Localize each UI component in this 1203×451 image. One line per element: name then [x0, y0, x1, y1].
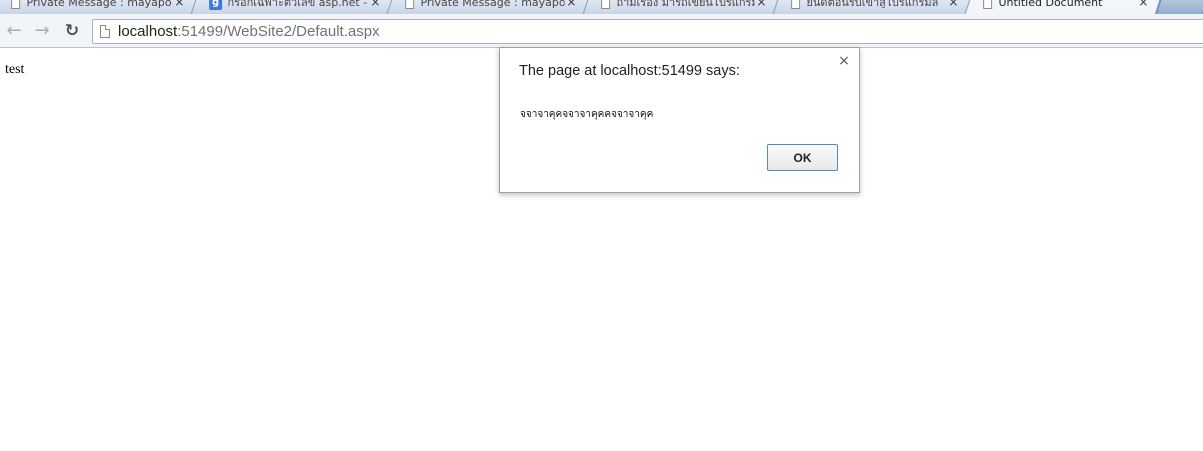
- page-icon: [791, 0, 801, 9]
- close-icon[interactable]: ×: [172, 0, 186, 9]
- page-icon: [983, 0, 993, 9]
- browser-toolbar: ← → ↻ localhost:51499/WebSite2/Default.a…: [0, 14, 1203, 48]
- close-icon[interactable]: ×: [754, 0, 768, 9]
- back-arrow-icon[interactable]: ←: [4, 21, 24, 41]
- tab-title: Private Message : mayapo: [420, 0, 565, 8]
- tab-3[interactable]: Private Message : mayapo ×: [387, 0, 589, 14]
- tab-title: Private Message : mayapo: [26, 0, 172, 8]
- tab-4[interactable]: ถามเรื่อง มารถเขียนโปรแกรม ×: [583, 0, 779, 14]
- tab-title: Untitled Document: [998, 0, 1103, 8]
- page-icon: [405, 0, 415, 9]
- tab-title: กรอกเฉพาะตัวเลข asp.net -: [227, 0, 368, 8]
- url-text: localhost:51499/WebSite2/Default.aspx: [118, 24, 380, 40]
- tab-title: ยินดีต้อนรับเข้าสู่โปรแกรมล: [806, 0, 939, 8]
- page-icon: [601, 0, 611, 9]
- ok-button[interactable]: OK: [767, 144, 838, 171]
- tab-title: ถามเรื่อง มารถเขียนโปรแกรม: [616, 0, 755, 8]
- dialog-title: The page at localhost:51499 says:: [519, 63, 740, 79]
- url-host: localhost: [118, 23, 178, 40]
- dialog-message: จจาจาคุคจจาจาคุคคจจาจาคุค: [520, 109, 654, 120]
- tab-strip: Private Message : mayapo × g กรอกเฉพาะตั…: [0, 0, 1203, 14]
- close-icon[interactable]: ×: [836, 53, 852, 69]
- tab-5[interactable]: ยินดีต้อนรับเข้าสู่โปรแกรมล ×: [773, 0, 971, 14]
- google-icon: g: [209, 0, 223, 10]
- address-bar[interactable]: localhost:51499/WebSite2/Default.aspx: [92, 19, 1203, 44]
- tab-6-active[interactable]: Untitled Document ×: [965, 0, 1161, 14]
- close-icon[interactable]: ×: [946, 0, 960, 9]
- tab-1[interactable]: Private Message : mayapo ×: [0, 0, 197, 14]
- close-icon[interactable]: ×: [1136, 0, 1150, 9]
- new-tab-button[interactable]: [1155, 0, 1203, 14]
- alert-dialog: The page at localhost:51499 says: × จจาจ…: [499, 47, 860, 193]
- forward-arrow-icon[interactable]: →: [32, 21, 52, 41]
- reload-icon[interactable]: ↻: [62, 21, 82, 41]
- close-icon[interactable]: ×: [564, 0, 578, 9]
- page-body-text: test: [5, 62, 25, 77]
- close-icon[interactable]: ×: [368, 0, 382, 9]
- page-icon: [11, 0, 21, 9]
- tab-2[interactable]: g กรอกเฉพาะตัวเลข asp.net - ×: [191, 0, 393, 14]
- page-icon: [100, 25, 110, 38]
- url-path: :51499/WebSite2/Default.aspx: [177, 23, 380, 40]
